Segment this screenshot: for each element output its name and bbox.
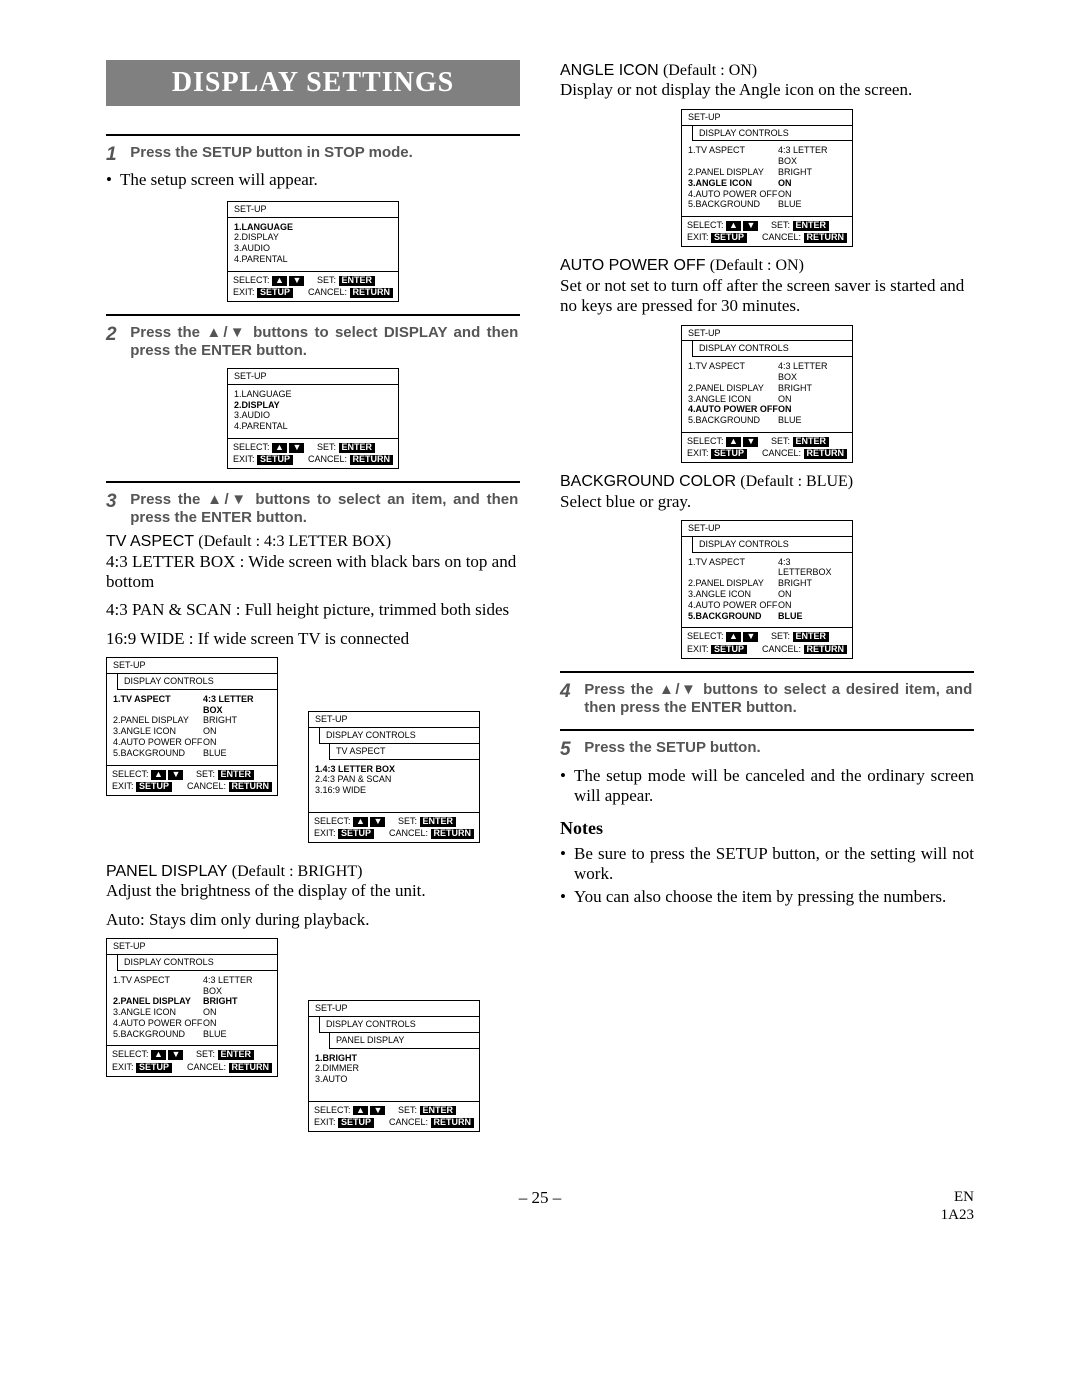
page-number: – 25 –: [519, 1188, 562, 1208]
osd-item: 2.4:3 PAN & SCAN: [315, 774, 473, 785]
osd-item: 1.LANGUAGE: [234, 222, 392, 233]
osd-title: SET-UP: [107, 658, 277, 674]
step-4: 4 Press the ▲/▼ buttons to select a desi…: [560, 681, 974, 717]
step-number: 1: [106, 144, 126, 167]
param-angle-icon: ANGLE ICON (Default : ON) Display or not…: [560, 60, 974, 101]
osd-title: SET-UP: [309, 1001, 479, 1017]
osd-item: 3.16:9 WIDE: [315, 785, 473, 796]
step-text: Press the ▲/▼ buttons to select DISPLAY …: [130, 324, 518, 360]
osd-title: SET-UP: [682, 110, 852, 126]
param-title: AUTO POWER OFF: [560, 257, 705, 274]
osd-title: SET-UP: [228, 202, 398, 218]
osd-item: 2.DISPLAY: [234, 400, 392, 411]
osd-item: 4.PARENTAL: [234, 254, 392, 265]
osd-subtitle: PANEL DISPLAY: [329, 1033, 479, 1049]
osd-subtitle: DISPLAY CONTROLS: [692, 341, 852, 357]
osd-item: 2.DISPLAY: [234, 232, 392, 243]
osd-dc-angle-icon: SET-UP DISPLAY CONTROLS 1.TV ASPECT4:3 L…: [681, 109, 853, 248]
page-footer: – 25 – EN 1A23: [0, 1188, 1080, 1268]
param-default: (Default : BLUE): [740, 473, 853, 490]
param-line: 16:9 WIDE : If wide screen TV is connect…: [106, 629, 520, 649]
param-tv-aspect: TV ASPECT (Default : 4:3 LETTER BOX) 4:3…: [106, 531, 520, 649]
param-default: (Default : BRIGHT): [232, 863, 363, 880]
param-background: BACKGROUND COLOR (Default : BLUE) Select…: [560, 471, 974, 512]
osd-subtitle: DISPLAY CONTROLS: [692, 537, 852, 553]
osd-title: SET-UP: [228, 369, 398, 385]
step-number: 2: [106, 324, 126, 347]
osd-dc-panel-display: SET-UP DISPLAY CONTROLS 1.TV ASPECT4:3 L…: [106, 938, 278, 1077]
param-line: Auto: Stays dim only during playback.: [106, 910, 520, 930]
osd-panel-display-options: SET-UP DISPLAY CONTROLS PANEL DISPLAY 1.…: [308, 1000, 480, 1132]
step-5: 5 Press the SETUP button.: [560, 739, 974, 762]
osd-footer: SELECT: ▲ ▼SET: ENTER EXIT: SETUPCANCEL:…: [682, 432, 852, 462]
osd-subtitle: DISPLAY CONTROLS: [692, 126, 852, 142]
step-number: 5: [560, 739, 580, 762]
step-number: 4: [560, 681, 580, 704]
osd-setup-main-2: SET-UP 1.LANGUAGE 2.DISPLAY 3.AUDIO 4.PA…: [227, 368, 399, 469]
param-panel-display: PANEL DISPLAY (Default : BRIGHT) Adjust …: [106, 861, 520, 930]
note-item: You can also choose the item by pressing…: [560, 887, 974, 907]
step-text: Press the SETUP button.: [584, 739, 972, 757]
osd-footer: SELECT: ▲ ▼SET: ENTER EXIT: SETUPCANCEL:…: [107, 765, 277, 795]
osd-dc-tv-aspect: SET-UP DISPLAY CONTROLS 1.TV ASPECT4:3 L…: [106, 657, 278, 796]
osd-item: 1.LANGUAGE: [234, 389, 392, 400]
step-text: Press the ▲/▼ buttons to select an item,…: [130, 491, 518, 527]
param-line: 4:3 PAN & SCAN : Full height picture, tr…: [106, 600, 520, 620]
osd-footer: SELECT: ▲ ▼SET: ENTER EXIT: SETUPCANCEL:…: [682, 216, 852, 246]
step-1: 1 Press the SETUP button in STOP mode.: [106, 144, 520, 167]
osd-footer: SELECT: ▲ ▼SET: ENTER EXIT: SETUPCANCEL:…: [682, 627, 852, 657]
param-title: TV ASPECT: [106, 533, 194, 550]
param-auto-power-off: AUTO POWER OFF (Default : ON) Set or not…: [560, 255, 974, 316]
osd-item: 2.DIMMER: [315, 1063, 473, 1074]
param-title: ANGLE ICON: [560, 62, 659, 79]
osd-dc-auto-power-off: SET-UP DISPLAY CONTROLS 1.TV ASPECT4:3 L…: [681, 325, 853, 464]
osd-item: 3.AUTO: [315, 1074, 473, 1085]
step-3: 3 Press the ▲/▼ buttons to select an ite…: [106, 491, 520, 527]
osd-title: SET-UP: [309, 712, 479, 728]
step-5-note: The setup mode will be canceled and the …: [560, 766, 974, 807]
osd-footer: SELECT: ▲ ▼ SET: ENTER EXIT: SETUP CANCE…: [228, 271, 398, 301]
osd-item: 3.AUDIO: [234, 410, 392, 421]
osd-item: 1.BRIGHT: [315, 1053, 473, 1064]
osd-item: 3.AUDIO: [234, 243, 392, 254]
osd-subtitle: DISPLAY CONTROLS: [117, 674, 277, 690]
note-item: Be sure to press the SETUP button, or th…: [560, 844, 974, 885]
param-default: (Default : ON): [663, 62, 757, 79]
osd-footer: SELECT: ▲ ▼SET: ENTER EXIT: SETUPCANCEL:…: [309, 812, 479, 842]
param-line: Select blue or gray.: [560, 492, 974, 512]
osd-tv-aspect-options: SET-UP DISPLAY CONTROLS TV ASPECT 1.4:3 …: [308, 711, 480, 843]
osd-subtitle: DISPLAY CONTROLS: [319, 728, 479, 744]
step-text: Press the ▲/▼ buttons to select a desire…: [584, 681, 972, 717]
step-number: 3: [106, 491, 126, 514]
footer-code: 1A23: [941, 1207, 974, 1223]
param-line: 4:3 LETTER BOX : Wide screen with black …: [106, 552, 520, 593]
osd-subtitle: TV ASPECT: [329, 744, 479, 760]
osd-footer: SELECT: ▲ ▼SET: ENTER EXIT: SETUPCANCEL:…: [309, 1101, 479, 1131]
param-title: BACKGROUND COLOR: [560, 473, 736, 490]
osd-footer: SELECT: ▲ ▼SET: ENTER EXIT: SETUPCANCEL:…: [107, 1045, 277, 1075]
osd-item: 4.PARENTAL: [234, 421, 392, 432]
param-line: Set or not set to turn off after the scr…: [560, 276, 974, 317]
osd-title: SET-UP: [682, 326, 852, 342]
param-line: Display or not display the Angle icon on…: [560, 80, 974, 100]
osd-setup-main-1: SET-UP 1.LANGUAGE 2.DISPLAY 3.AUDIO 4.PA…: [227, 201, 399, 302]
osd-subtitle: DISPLAY CONTROLS: [319, 1017, 479, 1033]
notes-heading: Notes: [560, 818, 974, 840]
osd-title: SET-UP: [682, 521, 852, 537]
osd-footer: SELECT: ▲ ▼ SET: ENTER EXIT: SETUP CANCE…: [228, 438, 398, 468]
param-title: PANEL DISPLAY: [106, 863, 228, 880]
param-line: Adjust the brightness of the display of …: [106, 881, 520, 901]
step-text: Press the SETUP button in STOP mode.: [130, 144, 518, 162]
param-default: (Default : 4:3 LETTER BOX): [198, 533, 391, 550]
osd-dc-background: SET-UP DISPLAY CONTROLS 1.TV ASPECT4:3 L…: [681, 520, 853, 659]
step-2: 2 Press the ▲/▼ buttons to select DISPLA…: [106, 324, 520, 360]
osd-item: 1.4:3 LETTER BOX: [315, 764, 473, 775]
section-title: DISPLAY SETTINGS: [106, 60, 520, 106]
param-default: (Default : ON): [710, 257, 804, 274]
osd-subtitle: DISPLAY CONTROLS: [117, 955, 277, 971]
osd-title: SET-UP: [107, 939, 277, 955]
step-1-note: The setup screen will appear.: [106, 170, 520, 190]
footer-lang: EN: [954, 1189, 974, 1205]
